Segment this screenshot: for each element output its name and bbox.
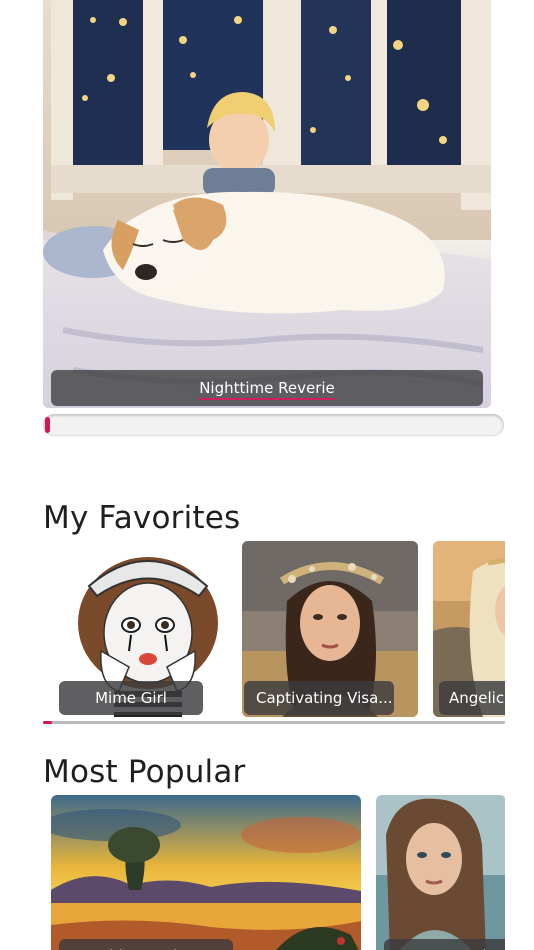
- section-title-favorites: My Favorites: [43, 500, 241, 536]
- hero-progress-bar[interactable]: [43, 414, 504, 436]
- hero-progress-fill: [45, 417, 50, 433]
- popular-image: [376, 795, 505, 950]
- favorites-carousel[interactable]: Mime Girl Captivating Visa... Angelic: [43, 541, 505, 717]
- hero-caption: Nighttime Reverie: [51, 370, 483, 406]
- favorites-scroll-thumb[interactable]: [43, 721, 52, 724]
- favorite-card[interactable]: Angelic ...: [433, 541, 505, 717]
- popular-card[interactable]: Aqua Serenity: [376, 795, 505, 950]
- popular-card-label: Golden Horizon: [59, 939, 233, 950]
- popular-image: [51, 795, 361, 950]
- favorite-card[interactable]: Captivating Visa...: [242, 541, 418, 717]
- section-title-popular: Most Popular: [43, 754, 246, 790]
- favorite-card-label: Captivating Visa...: [244, 681, 394, 715]
- favorite-card[interactable]: Mime Girl: [59, 541, 237, 717]
- hero-artwork: [43, 0, 491, 408]
- favorites-scroll-track[interactable]: [43, 721, 505, 724]
- popular-card-label: Aqua Serenity: [384, 939, 505, 950]
- hero-title: Nighttime Reverie: [199, 379, 335, 400]
- favorite-card-label: Mime Girl: [59, 681, 203, 715]
- popular-carousel[interactable]: Golden Horizon Aqua Serenity: [43, 795, 505, 950]
- favorite-card-label: Angelic ...: [439, 681, 505, 715]
- hero-card[interactable]: Nighttime Reverie: [43, 0, 491, 408]
- popular-card[interactable]: Golden Horizon: [51, 795, 361, 950]
